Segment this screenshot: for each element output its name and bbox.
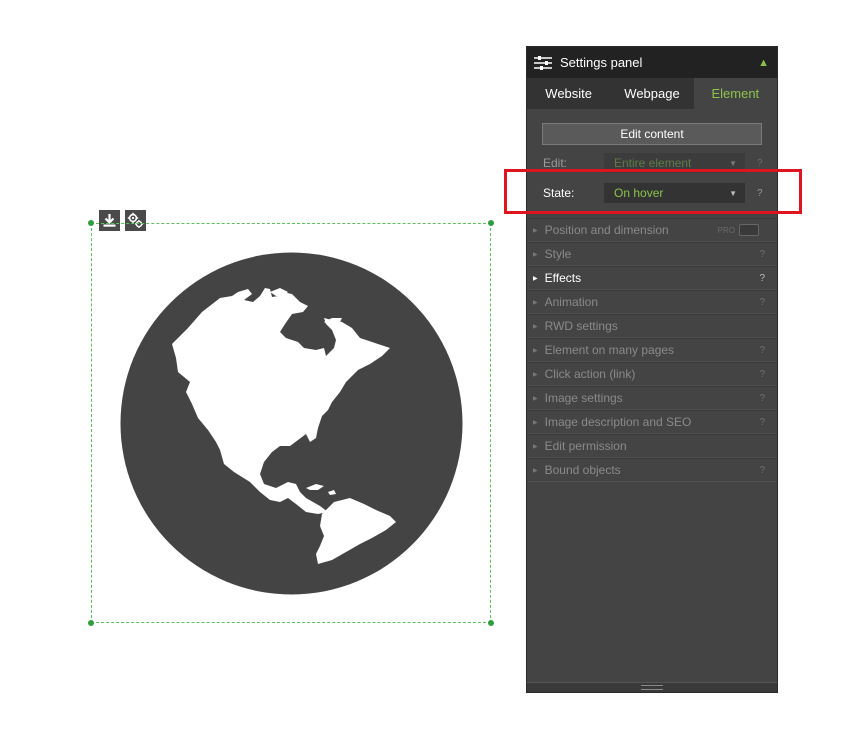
resize-handle-top-right[interactable]: [488, 220, 494, 226]
section-label: Position and dimension: [544, 223, 669, 237]
caret-right-icon: ▶: [533, 227, 538, 234]
section-element-on-many-pages[interactable]: ▶ Element on many pages ?: [527, 338, 777, 362]
section-bound-objects[interactable]: ▶ Bound objects ?: [527, 458, 777, 482]
edit-content-button[interactable]: Edit content: [542, 123, 762, 145]
help-icon[interactable]: ?: [759, 249, 765, 260]
caret-right-icon: ▶: [533, 467, 538, 474]
section-effects[interactable]: ▶ Effects ?: [527, 266, 777, 290]
section-label: Effects: [544, 271, 582, 285]
help-icon[interactable]: ?: [759, 297, 765, 308]
caret-down-icon: ▼: [729, 158, 737, 168]
caret-right-icon: ▶: [533, 395, 538, 402]
caret-right-icon: ▶: [533, 251, 538, 258]
tab-element[interactable]: Element: [693, 78, 777, 109]
edit-select-value: Entire element: [614, 156, 692, 170]
tab-webpage[interactable]: Webpage: [610, 78, 693, 109]
panel-resize-handle[interactable]: [527, 682, 777, 692]
help-icon[interactable]: ?: [759, 393, 765, 404]
section-image-description-seo[interactable]: ▶ Image description and SEO ?: [527, 410, 777, 434]
tab-website[interactable]: Website: [527, 78, 610, 109]
sliders-icon: [534, 55, 552, 70]
section-label: Animation: [544, 295, 598, 309]
pro-toggle[interactable]: PRO: [718, 224, 759, 236]
section-label: Image description and SEO: [544, 415, 692, 429]
help-icon[interactable]: ?: [759, 417, 765, 428]
section-edit-permission[interactable]: ▶ Edit permission: [527, 434, 777, 458]
edit-help-icon[interactable]: ?: [757, 158, 763, 169]
section-label: RWD settings: [544, 319, 618, 333]
caret-right-icon: ▶: [533, 347, 538, 354]
section-label: Edit permission: [544, 439, 627, 453]
help-icon[interactable]: ?: [759, 345, 765, 356]
caret-right-icon: ▶: [533, 419, 538, 426]
help-icon[interactable]: ?: [759, 369, 765, 380]
caret-right-icon: ▶: [533, 323, 538, 330]
section-style[interactable]: ▶ Style ?: [527, 242, 777, 266]
resize-handle-bottom-left[interactable]: [88, 620, 94, 626]
section-label: Style: [544, 247, 572, 261]
section-click-action[interactable]: ▶ Click action (link) ?: [527, 362, 777, 386]
section-position-and-dimension[interactable]: ▶ Position and dimension PRO: [527, 218, 777, 242]
settings-panel: Settings panel ▲ Website Webpage Element…: [526, 46, 778, 693]
section-image-settings[interactable]: ▶ Image settings ?: [527, 386, 777, 410]
caret-right-icon: ▶: [533, 443, 538, 450]
chevron-up-icon[interactable]: ▲: [758, 57, 769, 69]
pro-badge: PRO: [717, 225, 735, 235]
toggle-switch[interactable]: [739, 224, 759, 236]
resize-handle-top-left[interactable]: [88, 220, 94, 226]
settings-tabs: Website Webpage Element: [527, 78, 777, 109]
caret-right-icon: ▶: [533, 275, 538, 282]
globe-icon[interactable]: [120, 252, 463, 595]
help-icon[interactable]: ?: [759, 465, 765, 476]
caret-right-icon: ▶: [533, 371, 538, 378]
settings-panel-header[interactable]: Settings panel ▲: [527, 47, 777, 78]
section-rwd-settings[interactable]: ▶ RWD settings: [527, 314, 777, 338]
settings-sections: ▶ Position and dimension PRO ▶ Style ? ▶…: [527, 218, 777, 482]
settings-panel-title: Settings panel: [560, 55, 643, 70]
section-label: Bound objects: [544, 463, 621, 477]
section-label: Element on many pages: [544, 343, 675, 357]
annotation-highlight-box: [504, 169, 802, 214]
section-animation[interactable]: ▶ Animation ?: [527, 290, 777, 314]
section-label: Image settings: [544, 391, 623, 405]
section-label: Click action (link): [544, 367, 636, 381]
edit-label: Edit:: [543, 156, 568, 170]
caret-right-icon: ▶: [533, 299, 538, 306]
resize-handle-bottom-right[interactable]: [488, 620, 494, 626]
help-icon[interactable]: ?: [759, 273, 765, 284]
